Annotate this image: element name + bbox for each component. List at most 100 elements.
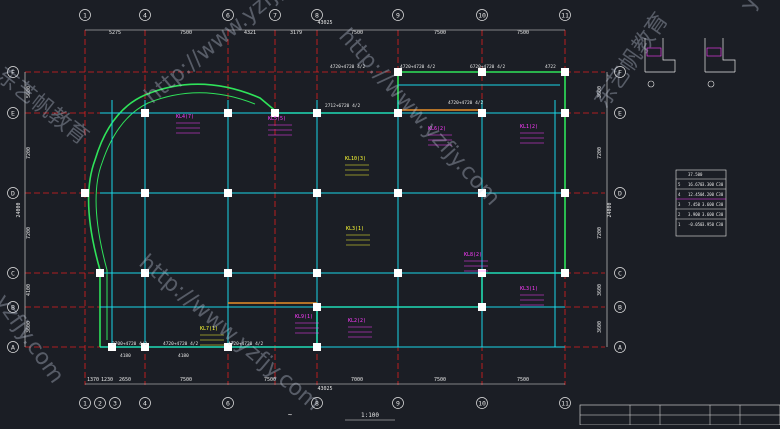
schedule-cell-1-3: C30: [716, 192, 724, 197]
beam-span-label-9: 4180: [120, 353, 131, 359]
column-14: [313, 269, 321, 277]
beam-label-2: KL10(3): [345, 156, 366, 162]
dim-total-top: 43025: [317, 20, 332, 26]
beam-span-label-0: 2700+4720 4/2: [112, 341, 148, 347]
axis-bubble-bottom-2: 2: [98, 399, 102, 407]
axis-bubble-top-8: 8: [315, 11, 319, 19]
dim-total-right: 24000: [607, 202, 613, 217]
schedule-cell-0-3: C30: [716, 182, 724, 187]
axis-bubble-right-D: D: [618, 189, 622, 197]
schedule-cell-1-0: 4: [678, 192, 681, 197]
dim-bottom-0: 1370: [87, 377, 99, 383]
axis-bubble-top-1: 1: [83, 11, 87, 19]
beam-span-label-7: 4720+4720 4/2: [448, 100, 484, 106]
axis-bubble-top-4: 4: [143, 11, 147, 19]
beam-span-label-10: 4180: [178, 353, 189, 359]
schedule-cell-2-2: 3.600: [702, 202, 715, 207]
section-detail-2: [704, 38, 736, 73]
column-28: [96, 269, 104, 277]
column-26: [561, 68, 569, 76]
axis-bubble-bottom-3: 3: [113, 399, 117, 407]
section-detail-2-rebar: [706, 47, 722, 57]
column-6: [141, 189, 149, 197]
beam-span-label-1: 4720+4720 4/2: [163, 341, 199, 347]
axis-bubble-right-A: A: [618, 343, 622, 351]
column-9: [394, 189, 402, 197]
view-symbol: ~: [288, 411, 292, 419]
beam-label-9: KL9(1): [295, 314, 313, 320]
schedule-cell-3-2: 3.600: [702, 212, 715, 217]
schedule-cell-1-1: 12.450: [688, 192, 703, 197]
beam-label-5: KL3(1): [346, 226, 364, 232]
axis-bubble-left-A: A: [11, 343, 15, 351]
axis-bubble-bottom-9: 9: [396, 399, 400, 407]
axis-bubble-bottom-11: 11: [561, 399, 569, 407]
axis-bubble-left-E: E: [11, 109, 15, 117]
axis-bubble-top-9: 9: [396, 11, 400, 19]
column-4: [478, 109, 486, 117]
axis-bubble-left-D: D: [11, 189, 15, 197]
beam-label-6: KL8(2): [464, 252, 482, 258]
schedule-cell-4-3: C30: [716, 222, 724, 227]
schedule-cell-1-2: 4.200: [702, 192, 715, 197]
dim-top-0: 5275: [109, 30, 121, 36]
beam-label-4: KL1(2): [520, 124, 538, 130]
axis-bubble-right-B: B: [618, 303, 622, 311]
column-23: [478, 303, 486, 311]
schedule-cell-4-1: -0.050: [688, 222, 703, 227]
section-detail-2-marker: [707, 80, 715, 88]
column-11: [561, 189, 569, 197]
schedule-cell-3-1: 3.900: [688, 212, 701, 217]
dim-right-2: 7200: [597, 227, 603, 239]
cad-drawing-canvas[interactable]: KL4(7) KL5(5) KL10(3) KL6(2) KL1(2) KL3(1) KL8…: [0, 0, 780, 426]
dim-top-5: 7500: [434, 30, 446, 36]
schedule-cell-0-0: 5: [678, 182, 681, 187]
axis-bubble-top-10: 10: [478, 11, 486, 19]
column-27: [81, 189, 89, 197]
scale-label: 1:100: [361, 412, 379, 419]
schedule-cell-0-1: 16.670: [688, 182, 703, 187]
dim-bottom-5: 7000: [351, 377, 363, 383]
column-0: [141, 109, 149, 117]
beam-span-label-5: 4720+4720 4/2: [400, 64, 436, 70]
column-15: [394, 269, 402, 277]
axis-bubble-bottom-10: 10: [478, 399, 486, 407]
structural-floor-plan: KL4(7) KL5(5)KL10(3)KL6(2) KL1(2)KL3(1)KL8…: [7, 9, 780, 426]
dim-top-1: 7500: [180, 30, 192, 36]
beam-label-1: KL5(5): [268, 116, 286, 122]
dim-right-1: 7200: [597, 147, 603, 159]
beam-label-0: KL4(7): [176, 114, 194, 120]
column-5: [561, 109, 569, 117]
beam-span-label-3: 2712+6720 4/2: [325, 103, 361, 109]
column-13: [224, 269, 232, 277]
column-17: [561, 269, 569, 277]
column-2: [313, 109, 321, 117]
schedule-cell-2-3: C30: [716, 202, 724, 207]
axis-bubble-right-E: E: [618, 109, 622, 117]
column-21: [313, 343, 321, 351]
axis-bubble-bottom-1: 1: [83, 399, 87, 407]
schedule-cell-0-2: 3.300: [702, 182, 715, 187]
dim-left-2: 7200: [26, 227, 32, 239]
schedule-cell-2-0: 3: [678, 202, 681, 207]
column-22: [313, 303, 321, 311]
column-7: [224, 189, 232, 197]
dim-left-3: 4100: [26, 284, 32, 296]
axis-bubble-top-11: 11: [561, 11, 569, 19]
beam-span-label-4: 6720+4720 4/2: [470, 64, 506, 70]
dim-total-left: 24000: [16, 202, 22, 217]
axis-bubble-left-C: C: [11, 269, 15, 277]
dim-right-3: 3600: [597, 284, 603, 296]
dim-bottom-6: 7500: [434, 377, 446, 383]
axis-bubble-right-C: C: [618, 269, 622, 277]
dim-left-1: 7200: [26, 147, 32, 159]
schedule-cell-3-3: C30: [716, 212, 724, 217]
column-16: [478, 269, 486, 277]
axis-bubble-top-7: 7: [273, 11, 277, 19]
beam-label-10: KL3(1): [520, 286, 538, 292]
schedule-cell-4-2: 3.950: [702, 222, 715, 227]
dim-top-3: 3179: [290, 30, 302, 36]
column-8: [313, 189, 321, 197]
schedule-header-1: 37.500: [688, 172, 703, 177]
axis-bubble-bottom-4: 4: [143, 399, 147, 407]
